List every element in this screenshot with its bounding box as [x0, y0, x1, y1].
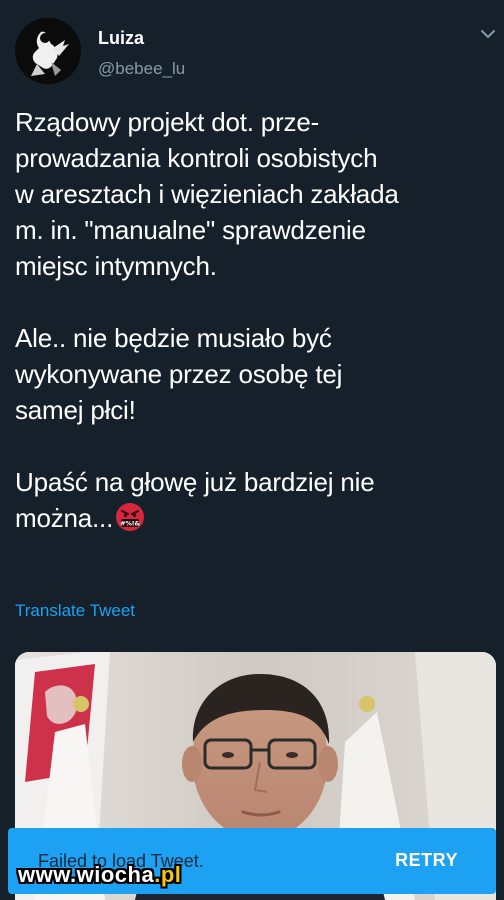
user-handle[interactable]: @bebee_lu: [98, 59, 185, 79]
watermark: www.wiocha.pl: [18, 862, 181, 888]
avatar[interactable]: [15, 18, 81, 84]
avatar-image: [15, 18, 81, 84]
display-name[interactable]: Luiza: [98, 28, 144, 49]
tweet-text: Rządowy projekt dot. prze- prowadzania k…: [15, 104, 495, 536]
emoji-symbols: #%!&: [120, 520, 140, 528]
chevron-down-icon[interactable]: [478, 24, 498, 44]
tweet-header: Luiza @bebee_lu: [0, 0, 504, 100]
translate-tweet-link[interactable]: Translate Tweet: [15, 601, 135, 621]
watermark-accent: .pl: [154, 862, 182, 887]
watermark-main: www.wiocha: [18, 862, 155, 887]
tweet-text-content: Rządowy projekt dot. prze- prowadzania k…: [15, 107, 399, 533]
angry-symbols-emoji-icon: #%!&: [116, 503, 145, 531]
retry-button[interactable]: RETRY: [395, 850, 458, 871]
